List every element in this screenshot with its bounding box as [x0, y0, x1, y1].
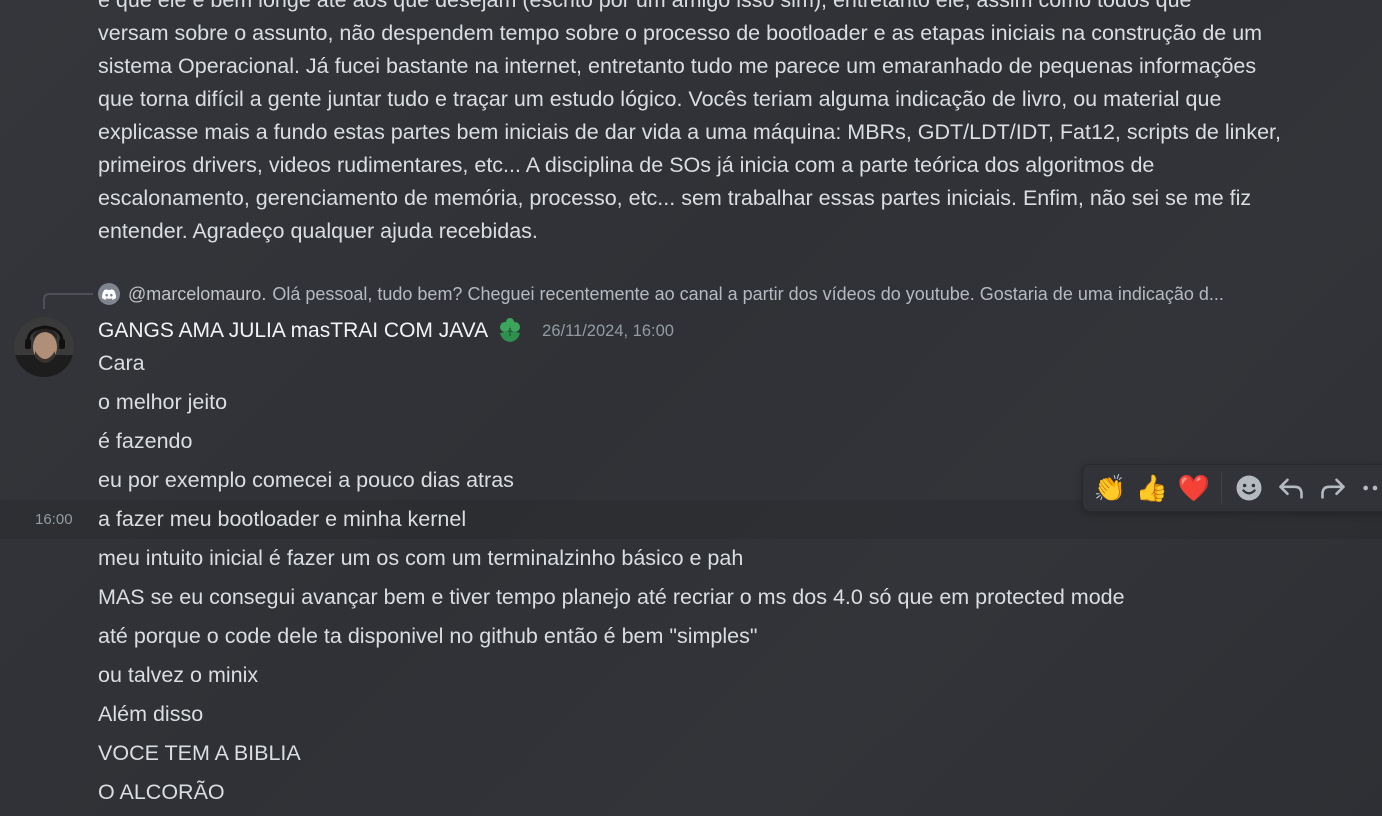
- forward-icon[interactable]: [1312, 467, 1354, 509]
- message-timestamp[interactable]: 26/11/2024, 16:00: [542, 322, 674, 341]
- username[interactable]: GANGS AMA JULIA masTRAI COM JAVA: [98, 319, 488, 343]
- message-line: explicasse mais a fundo estas partes bem…: [98, 120, 1281, 144]
- message-line: é fazendo: [98, 429, 193, 453]
- message-line: O ALCORÃO: [98, 780, 225, 804]
- clover-role-icon[interactable]: [496, 317, 524, 345]
- message-line: MAS se eu consegui avançar bem e tiver t…: [98, 585, 1125, 609]
- add-reaction-icon[interactable]: [1228, 467, 1270, 509]
- reply-icon[interactable]: [1270, 467, 1312, 509]
- toolbar-divider: [1221, 473, 1222, 503]
- message-line: primeiros drivers, videos rudimentares, …: [98, 153, 1155, 177]
- message-line: até porque o code dele ta disponivel no …: [98, 624, 758, 648]
- message-action-toolbar: 👏 👍 ❤️: [1082, 464, 1382, 512]
- message-line: versam sobre o assunto, não despendem te…: [98, 21, 1263, 45]
- hover-timestamp: 16:00: [35, 511, 73, 528]
- message-line: que torna difícil a gente juntar tudo e …: [98, 87, 1222, 111]
- clap-reaction-button[interactable]: 👏: [1089, 467, 1131, 509]
- avatar[interactable]: [14, 317, 74, 377]
- reply-spine: [43, 293, 93, 309]
- message-line: VOCE TEM A BIBLIA: [98, 741, 301, 765]
- message-line: eu por exemplo comecei a pouco dias atra…: [98, 468, 514, 492]
- message-header: GANGS AMA JULIA masTRAI COM JAVA 26/11/2…: [98, 316, 674, 346]
- message-line: meu intuito inicial é fazer um os com um…: [98, 546, 744, 570]
- chat-area: e que ele é bem longe ate aos que deseja…: [0, 0, 1382, 816]
- message-line: Além disso: [98, 702, 204, 726]
- previous-message-content: e que ele é bem longe ate aos que deseja…: [98, 0, 1358, 248]
- reply-author[interactable]: @marcelomauro.: [128, 284, 266, 305]
- message-line: a fazer meu bootloader e minha kernel: [98, 507, 467, 531]
- message-line: entender. Agradeço qualquer ajuda recebi…: [98, 219, 538, 243]
- reply-snippet[interactable]: Olá pessoal, tudo bem? Cheguei recenteme…: [272, 284, 1224, 305]
- more-icon[interactable]: [1354, 467, 1382, 509]
- message-line: escalonamento, gerenciamento de memória,…: [98, 186, 1252, 210]
- reply-reference[interactable]: @marcelomauro. Olá pessoal, tudo bem? Ch…: [98, 282, 1224, 306]
- discord-logo-icon: [98, 283, 120, 305]
- message-line: o melhor jeito: [98, 390, 228, 414]
- message-line: ou talvez o minix: [98, 663, 259, 687]
- heart-reaction-button[interactable]: ❤️: [1173, 467, 1215, 509]
- message-line: sistema Operacional. Já fucei bastante n…: [98, 54, 1257, 78]
- message-line: e que ele é bem longe ate aos que deseja…: [98, 0, 1192, 12]
- thumbs-up-reaction-button[interactable]: 👍: [1131, 467, 1173, 509]
- message-line: Cara: [98, 351, 145, 375]
